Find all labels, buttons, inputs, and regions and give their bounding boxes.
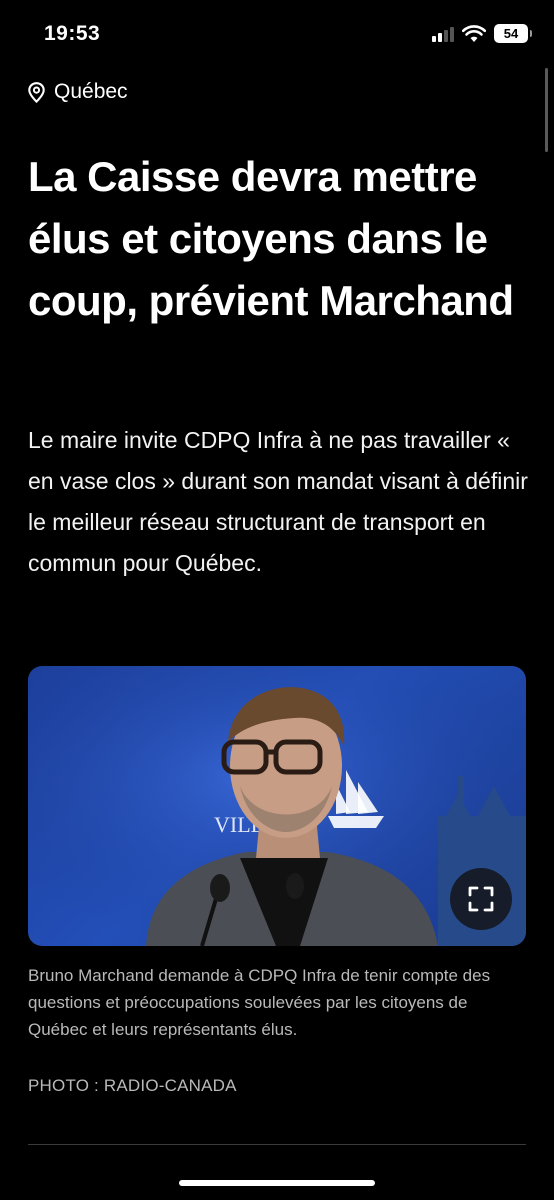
article-lede: Le maire invite CDPQ Infra à ne pas trav… <box>28 427 528 576</box>
home-indicator[interactable] <box>179 1180 375 1186</box>
divider <box>28 1144 526 1145</box>
status-time: 19:53 <box>44 22 101 45</box>
cellular-signal-icon <box>432 26 454 42</box>
article-headline: La Caisse devra mettre élus et citoyens … <box>28 153 514 324</box>
expand-photo-button[interactable] <box>450 868 512 930</box>
status-indicators: 54 <box>432 24 532 43</box>
article-photo[interactable]: VILL <box>28 666 526 946</box>
battery-icon: 54 <box>494 24 532 43</box>
location-tag[interactable]: Québec <box>28 80 128 104</box>
wifi-icon <box>462 24 486 42</box>
location-pin-icon <box>28 81 45 103</box>
fullscreen-expand-icon <box>468 886 494 912</box>
photo-caption: Bruno Marchand demande à CDPQ Infra de t… <box>28 966 491 1039</box>
photo-credit: PHOTO : RADIO-CANADA <box>28 1076 237 1095</box>
scroll-indicator[interactable] <box>545 68 548 152</box>
status-bar: 19:53 54 <box>0 0 554 70</box>
location-label: Québec <box>54 80 128 103</box>
